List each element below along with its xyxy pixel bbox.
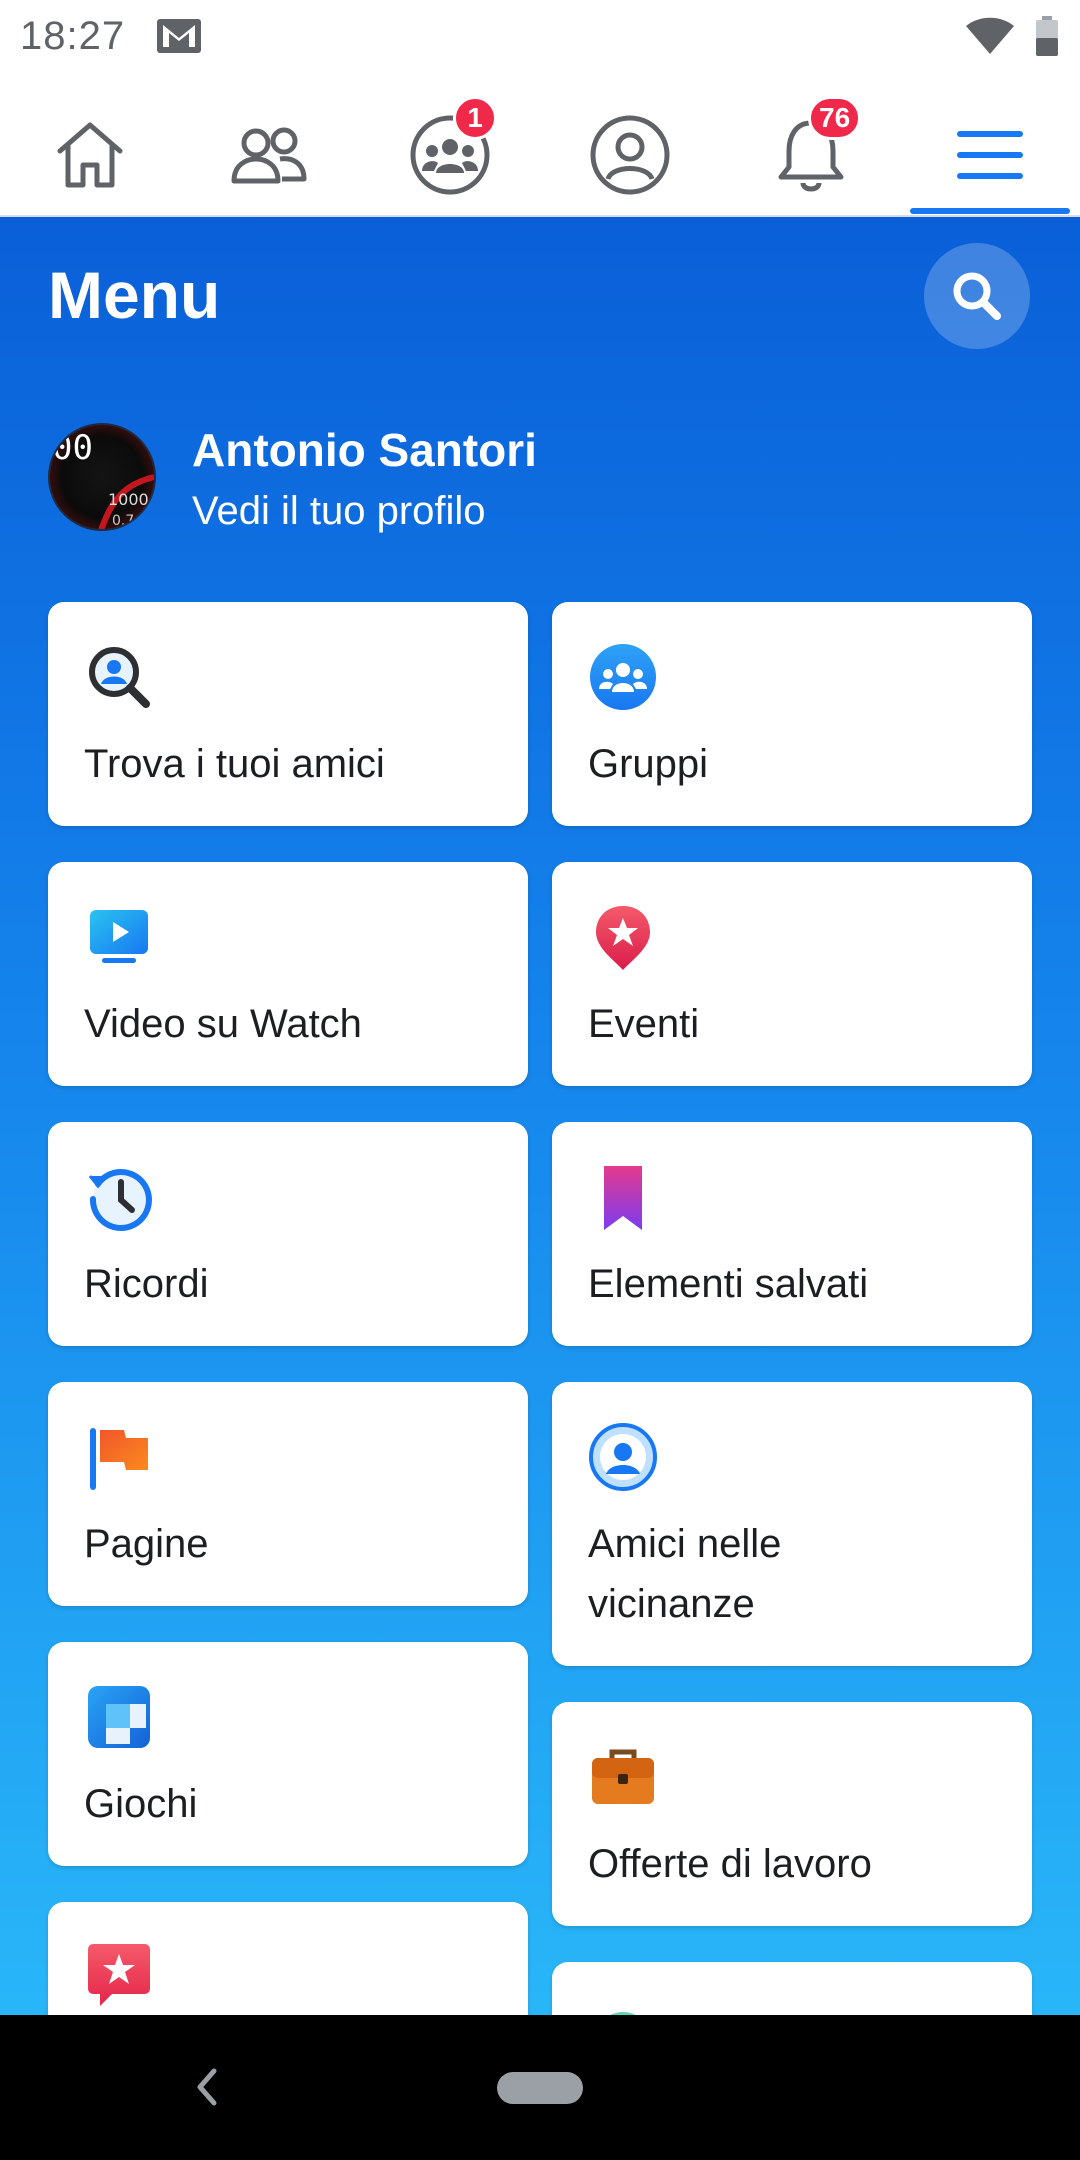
back-icon[interactable] — [192, 2063, 222, 2116]
card-memories[interactable]: Ricordi — [48, 1122, 528, 1346]
groups-icon — [590, 644, 656, 710]
friends-icon — [231, 127, 307, 184]
card-watch[interactable]: Video su Watch — [48, 862, 528, 1086]
card-groups[interactable]: Gruppi — [552, 602, 1032, 826]
svg-text:00: 00 — [52, 428, 93, 468]
search-icon — [953, 272, 1001, 320]
page-title: Menu — [48, 258, 221, 332]
card-jobs[interactable]: Offerte di lavoro — [552, 1702, 1032, 1926]
card-label: Giochi — [84, 1782, 198, 1826]
card-games[interactable]: Giochi — [48, 1642, 528, 1866]
menu-panel: Menu 00 1000 0.7 Antonio Santori Vedi il… — [0, 217, 1080, 2015]
find-friends-icon — [89, 647, 150, 708]
profile-name[interactable]: Antonio Santori — [192, 423, 537, 477]
search-button[interactable] — [924, 243, 1030, 349]
nav-friends-tab[interactable] — [214, 100, 324, 210]
nearby-friends-icon — [589, 1423, 657, 1491]
active-tab-indicator — [910, 208, 1070, 214]
card-label: Video su Watch — [84, 1002, 362, 1046]
games-icon — [88, 1686, 150, 1748]
wifi-icon — [964, 16, 1016, 61]
card-label-line2: vicinanze — [588, 1582, 755, 1626]
pages-flag-icon — [90, 1428, 148, 1490]
card-label: Pagine — [84, 1522, 209, 1566]
jobs-briefcase-icon — [592, 1749, 654, 1804]
card-label: Trova i tuoi amici — [84, 742, 385, 786]
memories-clock-icon — [88, 1169, 152, 1231]
events-pin-icon — [596, 906, 650, 970]
card-saved[interactable]: Elementi salvati — [552, 1122, 1032, 1346]
system-navigation-bar — [0, 2015, 1080, 2160]
svg-text:0.7: 0.7 — [112, 513, 134, 529]
card-label: Offerte di lavoro — [588, 1842, 872, 1886]
card-events[interactable]: Eventi — [552, 862, 1032, 1086]
nav-menu-tab[interactable] — [935, 100, 1045, 210]
battery-icon — [1035, 16, 1059, 63]
card-find-friends[interactable]: Trova i tuoi amici — [48, 602, 528, 826]
status-time: 18:27 — [20, 14, 126, 58]
nav-home-tab[interactable] — [35, 100, 145, 210]
notifications-badge: 76 — [808, 96, 862, 140]
card-label-line1: Amici nelle — [588, 1522, 782, 1566]
card-label: Eventi — [588, 1002, 700, 1046]
view-profile-link[interactable]: Vedi il tuo profilo — [192, 489, 486, 534]
watch-video-icon — [90, 910, 148, 963]
card-label: Ricordi — [84, 1262, 209, 1306]
home-gesture-pill[interactable] — [497, 2072, 583, 2104]
favorites-star-icon — [88, 1944, 150, 2006]
status-bar: 18:27 — [0, 0, 1080, 72]
saved-bookmark-icon — [604, 1166, 642, 1230]
hamburger-menu-icon — [957, 131, 1023, 179]
avatar[interactable]: 00 1000 0.7 — [48, 423, 156, 531]
profile-icon — [590, 115, 670, 195]
top-navigation-bar: 1 76 — [0, 72, 1080, 217]
gmail-notification-icon — [156, 16, 202, 61]
card-favorites[interactable] — [48, 1902, 528, 2015]
partial-icon — [610, 2012, 636, 2015]
card-label: Gruppi — [588, 742, 709, 786]
svg-text:1000: 1000 — [108, 490, 149, 509]
nav-notifications-tab[interactable]: 76 — [756, 96, 866, 210]
groups-badge: 1 — [453, 96, 497, 140]
card-partial[interactable] — [552, 1962, 1032, 2015]
nav-groups-tab[interactable]: 1 — [395, 96, 505, 210]
home-icon — [57, 122, 123, 188]
card-label: Elementi salvati — [588, 1262, 869, 1306]
card-nearby-friends[interactable]: Amici nelle vicinanze — [552, 1382, 1032, 1666]
card-pages[interactable]: Pagine — [48, 1382, 528, 1606]
nav-profile-tab[interactable] — [575, 100, 685, 210]
